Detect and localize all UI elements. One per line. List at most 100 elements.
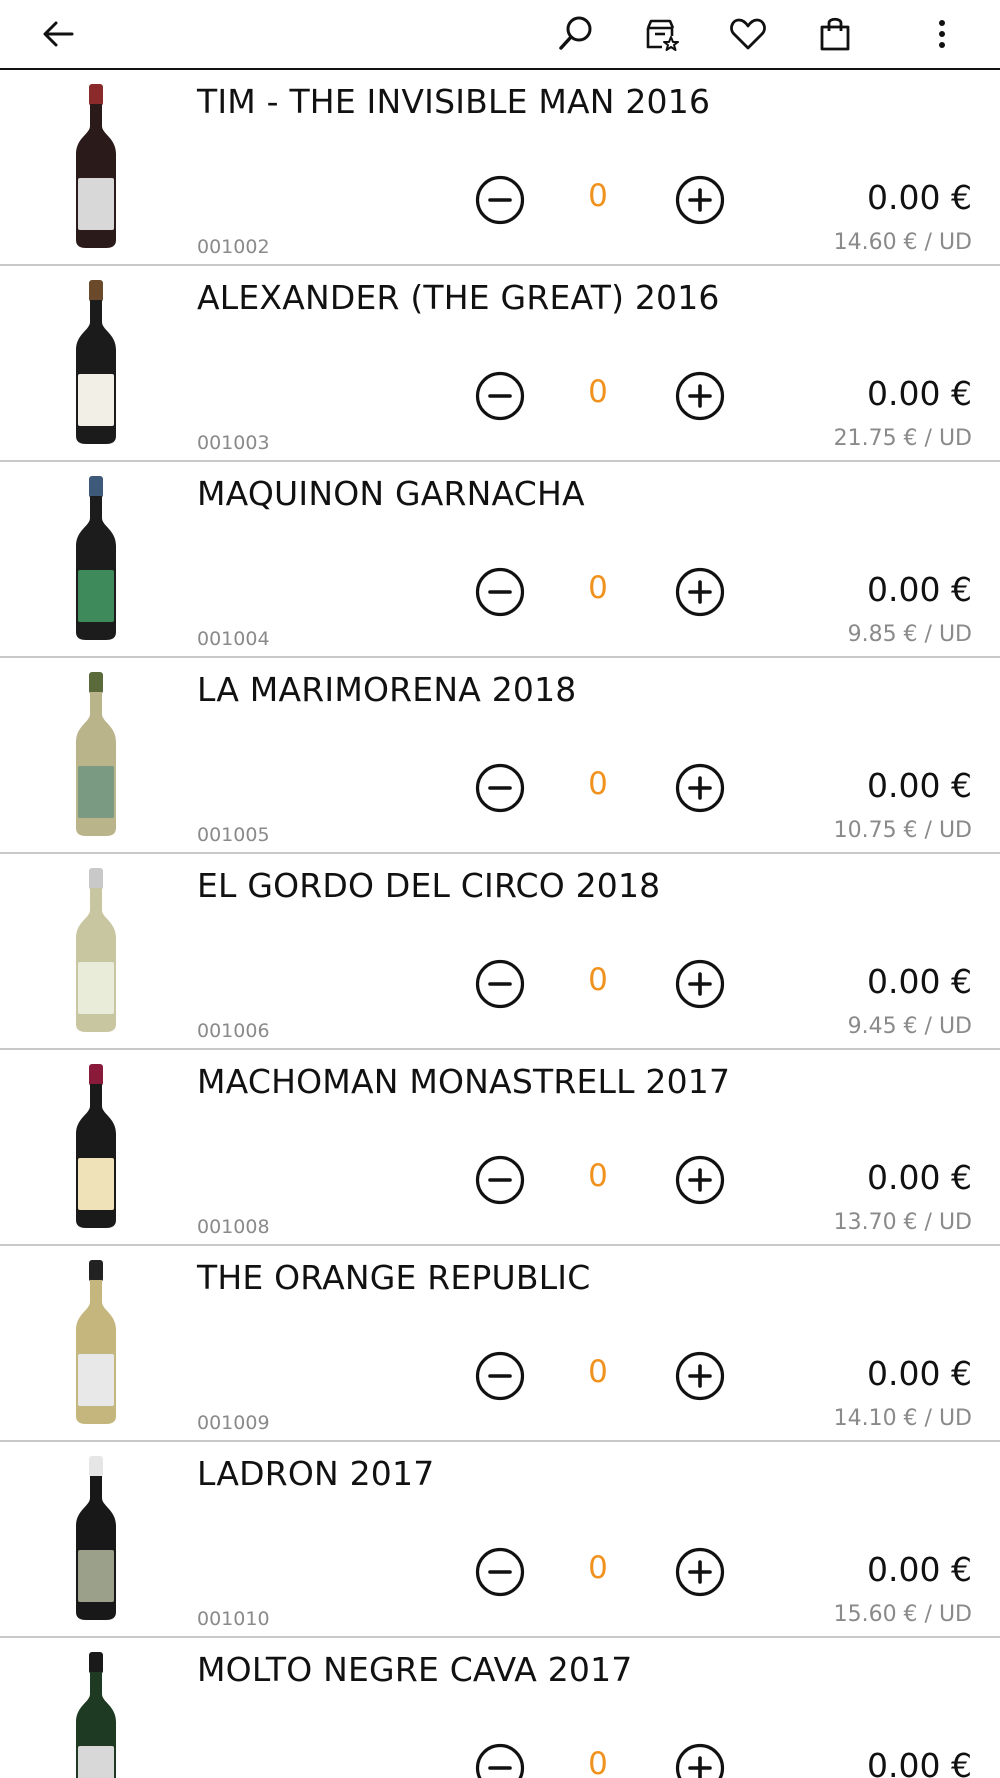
product-list: TIM - THE INVISIBLE MAN 2016 001002 0 0.… xyxy=(0,70,1000,1778)
product-name: MACHOMAN MONASTRELL 2017 xyxy=(197,1062,731,1101)
back-button[interactable] xyxy=(32,8,84,60)
unit-price: 9.85 € / UD xyxy=(847,622,972,647)
unit-price: 14.60 € / UD xyxy=(833,230,972,255)
product-code: 001008 xyxy=(197,1216,270,1238)
plus-circle-icon xyxy=(675,763,725,813)
bottle-image xyxy=(76,1652,116,1778)
line-total: 0.00 € xyxy=(867,374,972,413)
line-total: 0.00 € xyxy=(867,1158,972,1197)
decrease-quantity-button[interactable] xyxy=(474,370,526,422)
decrease-quantity-button[interactable] xyxy=(474,1546,526,1598)
product-name: TIM - THE INVISIBLE MAN 2016 xyxy=(197,82,711,121)
plus-circle-icon xyxy=(675,1351,725,1401)
plus-circle-icon xyxy=(675,371,725,421)
product-row[interactable]: MOLTO NEGRE CAVA 2017 0 0.00 € xyxy=(0,1638,1000,1778)
increase-quantity-button[interactable] xyxy=(674,958,726,1010)
product-name: LA MARIMORENA 2018 xyxy=(197,670,577,709)
product-code: 001006 xyxy=(197,1020,270,1042)
plus-circle-icon xyxy=(675,567,725,617)
unit-price: 9.45 € / UD xyxy=(847,1014,972,1039)
increase-quantity-button[interactable] xyxy=(674,370,726,422)
product-code: 001002 xyxy=(197,236,270,258)
product-name: ALEXANDER (THE GREAT) 2016 xyxy=(197,278,720,317)
decrease-quantity-button[interactable] xyxy=(474,762,526,814)
product-row[interactable]: LA MARIMORENA 2018 001005 0 0.00 € 10.75… xyxy=(0,658,1000,854)
minus-circle-icon xyxy=(475,371,525,421)
more-options-button[interactable] xyxy=(916,8,968,60)
product-name: EL GORDO DEL CIRCO 2018 xyxy=(197,866,661,905)
product-code: 001009 xyxy=(197,1412,270,1434)
product-name: MAQUINON GARNACHA xyxy=(197,474,585,513)
decrease-quantity-button[interactable] xyxy=(474,566,526,618)
minus-circle-icon xyxy=(475,1547,525,1597)
quantity-value: 0 xyxy=(588,1746,608,1778)
decrease-quantity-button[interactable] xyxy=(474,174,526,226)
unit-price: 10.75 € / UD xyxy=(833,818,972,843)
catalog-button[interactable] xyxy=(636,8,688,60)
product-row[interactable]: TIM - THE INVISIBLE MAN 2016 001002 0 0.… xyxy=(0,70,1000,266)
minus-circle-icon xyxy=(475,1351,525,1401)
bottle-image xyxy=(76,672,116,836)
plus-circle-icon xyxy=(675,1547,725,1597)
catalog-star-icon xyxy=(646,19,679,51)
product-name: MOLTO NEGRE CAVA 2017 xyxy=(197,1650,633,1689)
app-screen: TIM - THE INVISIBLE MAN 2016 001002 0 0.… xyxy=(0,0,1000,1778)
minus-circle-icon xyxy=(475,1743,525,1778)
arrow-left-icon xyxy=(43,21,74,47)
line-total: 0.00 € xyxy=(867,1746,972,1778)
unit-price: 21.75 € / UD xyxy=(833,426,972,451)
product-row[interactable]: MACHOMAN MONASTRELL 2017 001008 0 0.00 €… xyxy=(0,1050,1000,1246)
quantity-value: 0 xyxy=(588,766,608,802)
search-icon xyxy=(559,16,592,50)
plus-circle-icon xyxy=(675,1743,725,1778)
product-row[interactable]: MAQUINON GARNACHA 001004 0 0.00 € 9.85 €… xyxy=(0,462,1000,658)
heart-icon xyxy=(730,18,766,50)
decrease-quantity-button[interactable] xyxy=(474,958,526,1010)
product-row[interactable]: THE ORANGE REPUBLIC 001009 0 0.00 € 14.1… xyxy=(0,1246,1000,1442)
product-row[interactable]: ALEXANDER (THE GREAT) 2016 001003 0 0.00… xyxy=(0,266,1000,462)
decrease-quantity-button[interactable] xyxy=(474,1154,526,1206)
search-button[interactable] xyxy=(550,8,602,60)
increase-quantity-button[interactable] xyxy=(674,762,726,814)
cart-button[interactable] xyxy=(809,8,861,60)
product-code: 001005 xyxy=(197,824,270,846)
product-row[interactable]: EL GORDO DEL CIRCO 2018 001006 0 0.00 € … xyxy=(0,854,1000,1050)
increase-quantity-button[interactable] xyxy=(674,1154,726,1206)
minus-circle-icon xyxy=(475,567,525,617)
line-total: 0.00 € xyxy=(867,962,972,1001)
decrease-quantity-button[interactable] xyxy=(474,1350,526,1402)
bottle-image xyxy=(76,868,116,1032)
bottle-image xyxy=(76,84,116,248)
increase-quantity-button[interactable] xyxy=(674,1350,726,1402)
increase-quantity-button[interactable] xyxy=(674,1546,726,1598)
quantity-value: 0 xyxy=(588,374,608,410)
product-name: THE ORANGE REPUBLIC xyxy=(197,1258,591,1297)
quantity-value: 0 xyxy=(588,1354,608,1390)
favorites-button[interactable] xyxy=(722,8,774,60)
line-total: 0.00 € xyxy=(867,1354,972,1393)
bottle-image xyxy=(76,1260,116,1424)
line-total: 0.00 € xyxy=(867,766,972,805)
plus-circle-icon xyxy=(675,175,725,225)
product-code: 001003 xyxy=(197,432,270,454)
increase-quantity-button[interactable] xyxy=(674,174,726,226)
minus-circle-icon xyxy=(475,175,525,225)
plus-circle-icon xyxy=(675,1155,725,1205)
increase-quantity-button[interactable] xyxy=(674,566,726,618)
line-total: 0.00 € xyxy=(867,1550,972,1589)
line-total: 0.00 € xyxy=(867,178,972,217)
product-row[interactable]: LADRON 2017 001010 0 0.00 € 15.60 € / UD xyxy=(0,1442,1000,1638)
increase-quantity-button[interactable] xyxy=(674,1742,726,1778)
decrease-quantity-button[interactable] xyxy=(474,1742,526,1778)
unit-price: 15.60 € / UD xyxy=(833,1602,972,1627)
quantity-value: 0 xyxy=(588,1158,608,1194)
quantity-value: 0 xyxy=(588,962,608,998)
minus-circle-icon xyxy=(475,763,525,813)
bottle-image xyxy=(76,280,116,444)
bottle-image xyxy=(76,1456,116,1620)
bottle-image xyxy=(76,476,116,640)
bottle-image xyxy=(76,1064,116,1228)
minus-circle-icon xyxy=(475,959,525,1009)
product-code: 001004 xyxy=(197,628,270,650)
plus-circle-icon xyxy=(675,959,725,1009)
